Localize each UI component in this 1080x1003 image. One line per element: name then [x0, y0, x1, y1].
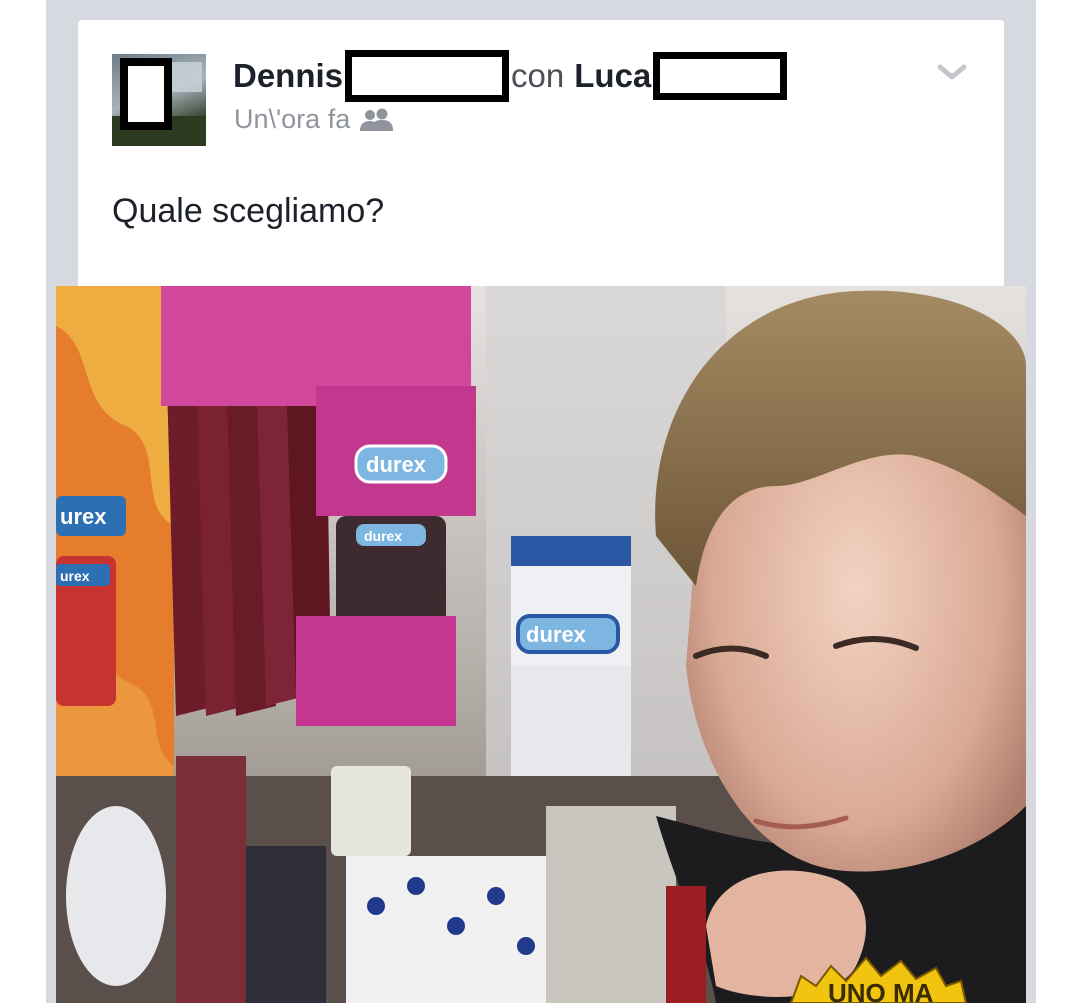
- post-photo-scene: urex urex durex durex durex UNO MA: [56, 286, 1026, 1003]
- brand-label-2: urex: [60, 568, 90, 584]
- tagged-friend-link[interactable]: Luca: [574, 57, 651, 95]
- with-text: con: [511, 57, 565, 94]
- screen: Dennis con Luca Un\'ora fa Quale sceglia…: [0, 0, 1080, 1003]
- blue-durex-box: durex: [511, 536, 631, 776]
- avatar-censor-box: [120, 58, 172, 130]
- author-avatar[interactable]: [112, 54, 206, 146]
- author-name-link[interactable]: Dennis: [233, 57, 343, 95]
- post-message: Quale scegliamo?: [112, 192, 385, 230]
- post-photo[interactable]: urex urex durex durex durex UNO MA: [56, 286, 1026, 1003]
- chevron-down-icon[interactable]: [934, 60, 970, 84]
- badge-text: UNO MA: [828, 978, 934, 1003]
- brand-label-5: durex: [526, 622, 587, 647]
- brand-label-4: durex: [364, 528, 402, 544]
- brand-label-1: urex: [60, 504, 107, 529]
- post-timestamp[interactable]: Un\'ora fa: [234, 104, 350, 135]
- friends-icon[interactable]: [358, 107, 396, 133]
- brand-label-3: durex: [366, 452, 427, 477]
- post-header: Dennis con Luca: [233, 50, 788, 102]
- person-selfie: [655, 290, 1026, 1003]
- censored-surname-author: [345, 50, 510, 102]
- post-meta: Un\'ora fa: [234, 104, 396, 135]
- censored-surname-tagged: [653, 52, 788, 100]
